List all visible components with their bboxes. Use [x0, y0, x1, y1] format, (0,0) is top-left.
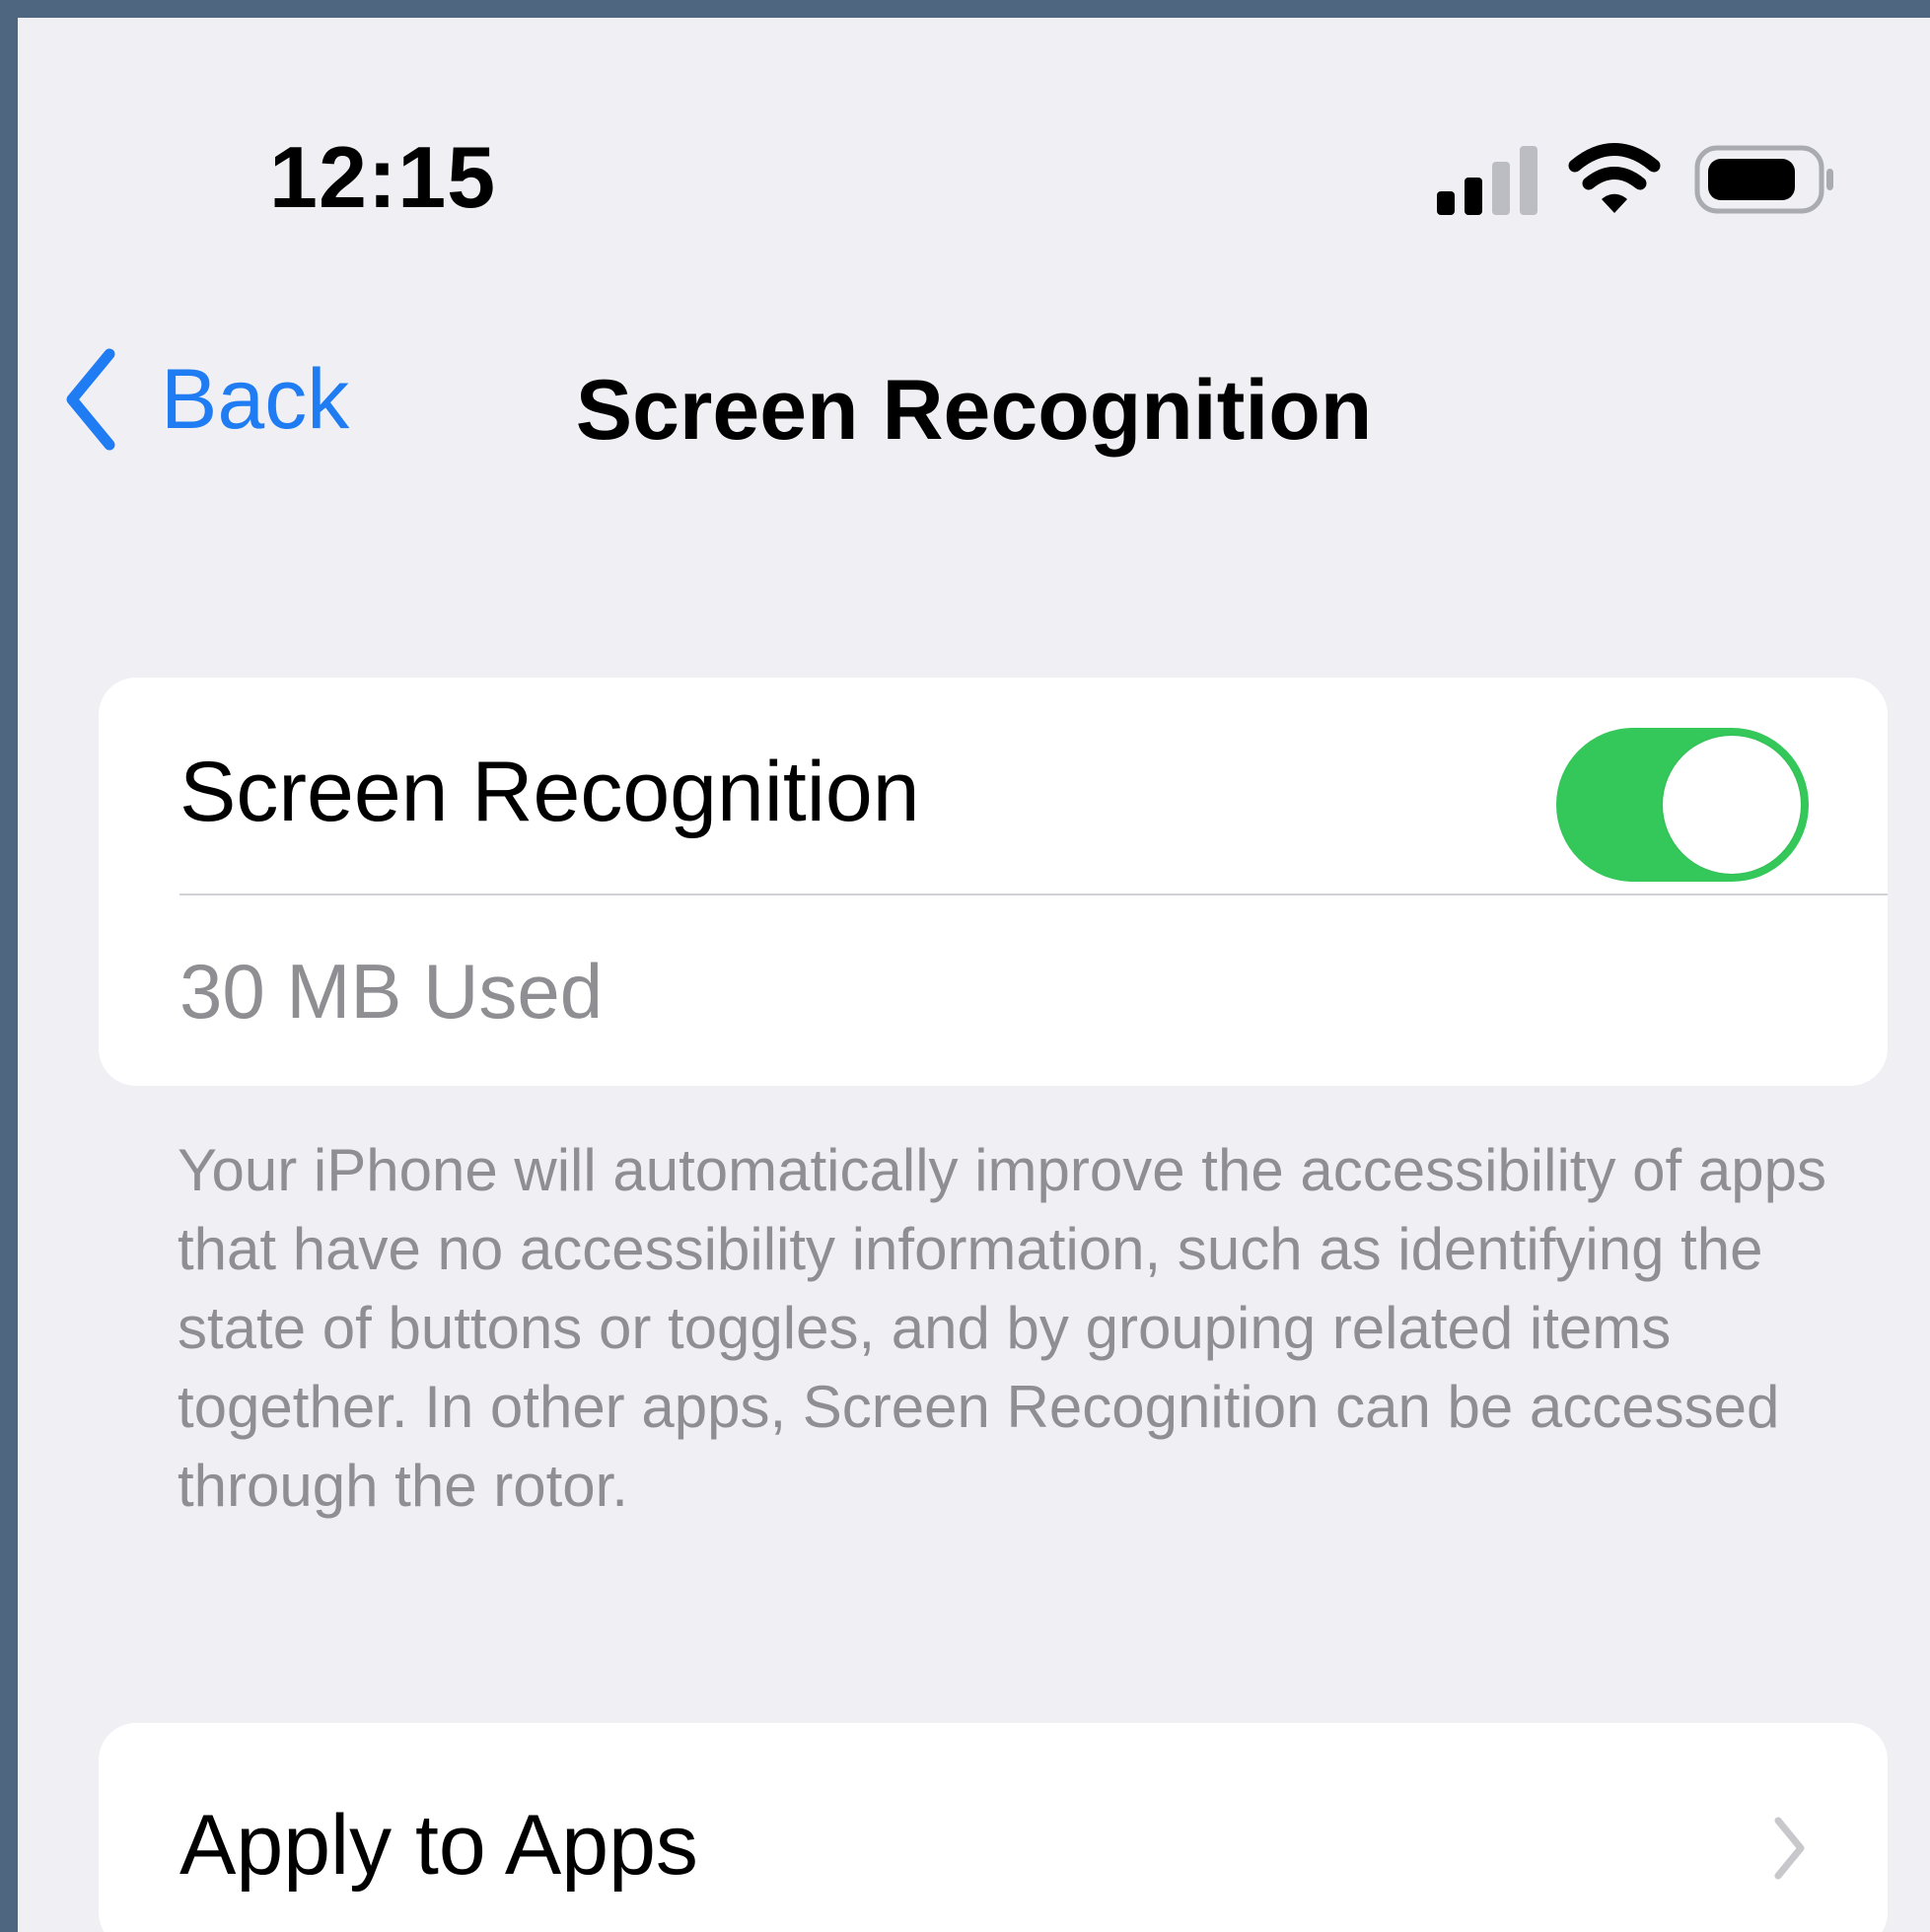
toggle-knob [1663, 736, 1801, 874]
battery-icon [1694, 145, 1833, 214]
chevron-right-icon [1774, 1817, 1805, 1880]
storage-usage: 30 MB Used [179, 948, 604, 1035]
apply-to-apps-label: Apply to Apps [179, 1798, 698, 1893]
screen-recognition-toggle[interactable] [1556, 728, 1809, 882]
signal-bar [1437, 191, 1455, 215]
screen-recognition-label: Screen Recognition [179, 745, 920, 839]
signal-bar [1465, 178, 1482, 215]
signal-bar [1520, 146, 1537, 215]
status-time: 12:15 [269, 128, 497, 226]
page-title: Screen Recognition [575, 363, 1373, 458]
apply-to-apps-row[interactable]: Apply to Apps [99, 1723, 1888, 1932]
wifi-icon [1568, 143, 1661, 213]
status-icons [1437, 138, 1851, 223]
screen-recognition-toggle-row: Screen Recognition [99, 678, 1888, 894]
storage-usage-row: 30 MB Used [99, 895, 1888, 1086]
screen-recognition-description: Your iPhone will automatically improve t… [178, 1137, 1826, 1519]
screen-recognition-settings-card: Screen Recognition 30 MB Used [99, 678, 1888, 1086]
signal-icon [1437, 146, 1537, 215]
apply-to-apps-card: Apply to Apps [99, 1723, 1888, 1932]
signal-bar [1492, 162, 1510, 215]
phone-screen: 12:15 Back Screen Recognition Screen Rec… [18, 18, 1930, 1932]
